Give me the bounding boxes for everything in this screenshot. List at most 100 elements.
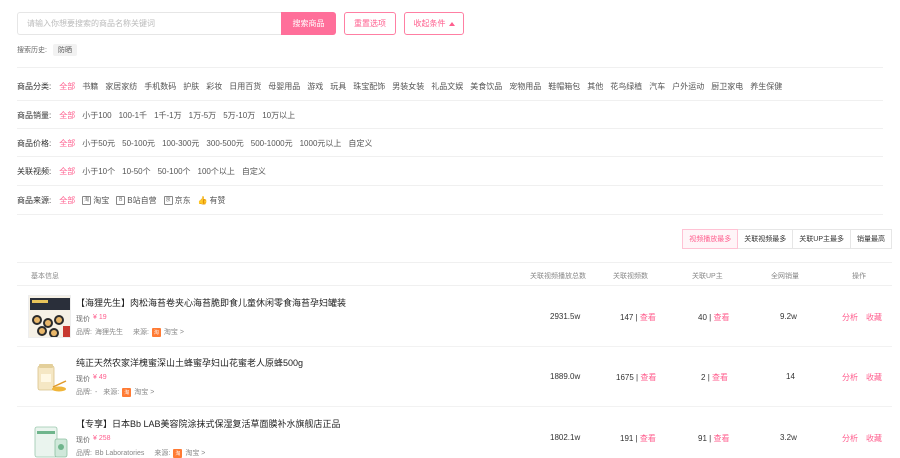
source-option-taobao[interactable]: 淘 淘宝 [82,195,109,206]
sales-option[interactable]: 5万-10万 [223,110,255,121]
sales-option[interactable]: 1千-1万 [154,110,182,121]
sort-tab-most-plays[interactable]: 视频播放最多 [682,229,739,249]
category-option[interactable]: 宠物用品 [509,81,541,92]
product-source-link[interactable]: 淘宝 > [164,327,184,337]
up-count-cell: 40 | 查看 [698,312,729,323]
header-video-count[interactable]: 关联视频数 [613,271,648,281]
videos-option[interactable]: 小于10个 [82,166,115,177]
category-option[interactable]: 男装女装 [392,81,424,92]
price-option[interactable]: 500-1000元 [251,138,293,149]
category-option[interactable]: 母婴用品 [268,81,300,92]
videos-option[interactable]: 50-100个 [158,166,191,177]
price-option[interactable]: 100-300元 [162,138,199,149]
category-option[interactable]: 养生保健 [750,81,782,92]
up-count-cell: 91 | 查看 [698,433,729,444]
header-sales[interactable]: 全网销量 [771,271,799,281]
favorite-link[interactable]: 收藏 [866,312,882,323]
product-thumbnail[interactable] [28,295,71,338]
category-option[interactable]: 厨卫家电 [711,81,743,92]
divider [17,67,883,68]
category-option[interactable]: 美食饮品 [470,81,502,92]
category-option[interactable]: 玩具 [330,81,346,92]
price-label: 现价 [76,316,90,323]
product-title[interactable]: 【海狸先生】肉松海苔卷夹心海苔脆即食儿童休闲零食海苔孕妇罐装 [76,296,346,309]
product-title[interactable]: 【专享】日本Bb LAB美容院涂抹式保湿复活草面膜补水旗舰店正品 [76,417,341,430]
price-custom-option[interactable]: 自定义 [348,138,372,149]
videos-option[interactable]: 100个以上 [198,166,235,177]
price-option[interactable]: 300-500元 [206,138,243,149]
analyze-link[interactable]: 分析 [842,372,858,383]
price-option[interactable]: 小于50元 [82,138,115,149]
category-option[interactable]: 彩妆 [206,81,222,92]
category-option[interactable]: 珠宝配饰 [353,81,385,92]
filter-category: 商品分类: 全部 书籍 家居家纺 手机数码 护肤 彩妆 日用百货 母婴用品 游戏… [17,81,789,92]
analyze-link[interactable]: 分析 [842,312,858,323]
header-up-count[interactable]: 关联UP主 [692,271,723,281]
view-ups-link[interactable]: 查看 [713,434,729,443]
product-source-link[interactable]: 淘宝 > [185,448,205,458]
plays-value: 1889.0w [550,372,581,381]
sort-tab-most-ups[interactable]: 关联UP主最多 [792,229,851,249]
sales-option[interactable]: 小于100 [82,110,111,121]
category-option[interactable]: 汽车 [649,81,665,92]
source-option-label: 有赞 [209,196,226,205]
category-option[interactable]: 鞋帽箱包 [548,81,580,92]
source-option-all[interactable]: 全部 [59,195,75,206]
product-title[interactable]: 纯正天然农家洋槐蜜深山土蜂蜜孕妇山花蜜老人原蜂500g [76,356,303,369]
search-button[interactable]: 搜索商品 [281,12,336,35]
sales-option-all[interactable]: 全部 [59,110,75,121]
product-source-link[interactable]: 淘宝 > [134,387,154,397]
category-option-all[interactable]: 全部 [59,81,75,92]
collapse-button[interactable]: 收起条件 [404,12,464,35]
product-thumbnail[interactable] [28,355,71,398]
category-option[interactable]: 其他 [587,81,603,92]
sales-option[interactable]: 1万-5万 [189,110,217,121]
filter-price: 商品价格: 全部 小于50元 50-100元 100-300元 300-500元… [17,138,379,149]
source-label: 来源: [154,450,171,457]
view-videos-link[interactable]: 查看 [640,373,656,382]
search-input[interactable]: 请输入你想要搜索的商品名称关键词 [17,12,281,35]
plays-value: 1802.1w [550,433,581,442]
product-price: ¥ 258 [93,435,111,442]
price-option[interactable]: 50-100元 [122,138,155,149]
favorite-link[interactable]: 收藏 [866,372,882,383]
video-count-value: 1675 [616,373,634,382]
category-option[interactable]: 手机数码 [144,81,176,92]
history-tag[interactable]: 防晒 [52,44,77,56]
category-option[interactable]: 家居家纺 [105,81,137,92]
sort-tab-top-sales[interactable]: 销量最高 [850,229,892,249]
sales-option[interactable]: 10万以上 [262,110,295,121]
videos-option[interactable]: 10-50个 [122,166,150,177]
category-option[interactable]: 日用百货 [229,81,261,92]
category-option[interactable]: 礼品文娱 [431,81,463,92]
source-option-jd[interactable]: 京 京东 [163,195,191,206]
favorite-link[interactable]: 收藏 [866,433,882,444]
bilibili-icon: B [116,196,126,205]
source-option-youzan[interactable]: 👍 有赞 [198,195,226,206]
header-plays[interactable]: 关联视频播放总数 [530,271,586,281]
analyze-link[interactable]: 分析 [842,433,858,444]
category-option[interactable]: 游戏 [307,81,323,92]
price-option-all[interactable]: 全部 [59,138,75,149]
product-meta: 品牌: Bb Laboratories 来源: 淘 淘宝 > [76,448,205,458]
sales-option[interactable]: 100-1千 [119,110,147,121]
reset-button[interactable]: 重置选项 [344,12,396,35]
category-option[interactable]: 护肤 [183,81,199,92]
view-videos-link[interactable]: 查看 [640,434,656,443]
category-option[interactable]: 户外运动 [672,81,704,92]
view-ups-link[interactable]: 查看 [713,313,729,322]
sort-tab-most-videos[interactable]: 关联视频最多 [737,229,794,249]
product-thumbnail[interactable] [28,416,71,458]
up-count-value: 40 [698,313,707,322]
separator: | [709,434,712,443]
category-option[interactable]: 花鸟绿植 [610,81,642,92]
view-ups-link[interactable]: 查看 [712,373,728,382]
videos-custom-option[interactable]: 自定义 [242,166,266,177]
video-count-cell: 147 | 查看 [620,312,656,323]
videos-option-all[interactable]: 全部 [59,166,75,177]
separator: | [635,434,638,443]
price-option[interactable]: 1000元以上 [300,138,342,149]
category-option[interactable]: 书籍 [82,81,98,92]
view-videos-link[interactable]: 查看 [640,313,656,322]
source-option-bilibili[interactable]: B B站自营 [116,195,157,206]
